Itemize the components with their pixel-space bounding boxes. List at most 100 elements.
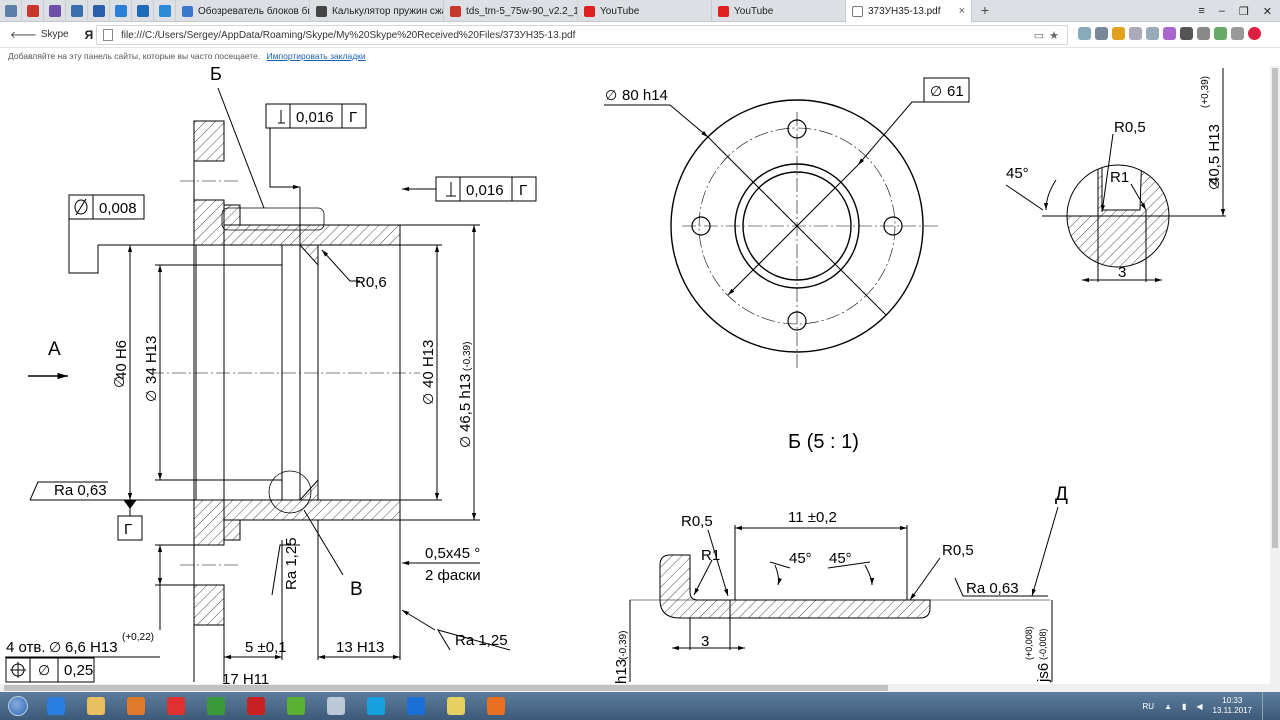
app-icon-7 xyxy=(136,5,149,17)
app-icon-8 xyxy=(158,5,171,17)
ra-063-right: Ra 0,63 xyxy=(966,580,1019,597)
taskbar-app[interactable] xyxy=(316,692,356,720)
svg-text:(-0,008): (-0,008) xyxy=(1038,628,1048,660)
tray-expand-icon[interactable]: ▲ xyxy=(1164,702,1172,711)
h13-partial: h13 xyxy=(613,659,630,684)
utorrent-icon xyxy=(287,697,305,715)
pinned-tab[interactable] xyxy=(66,0,88,22)
chamfer-note: 2 фаски xyxy=(425,567,481,584)
svg-text:∅: ∅ xyxy=(49,639,61,655)
pinned-tab[interactable] xyxy=(0,0,22,22)
app-icon-2 xyxy=(26,5,39,17)
bookmarks-bar: Добавляйте на эту панель сайты, которые … xyxy=(0,48,1280,65)
taskbar-app[interactable] xyxy=(236,692,276,720)
pinned-tab[interactable] xyxy=(154,0,176,22)
section-b-label: Б xyxy=(210,66,222,84)
tab[interactable]: Калькулятор пружин сжат xyxy=(310,0,444,22)
pinned-tab[interactable] xyxy=(132,0,154,22)
shield-icon[interactable] xyxy=(1129,27,1142,40)
show-desktop-button[interactable] xyxy=(1262,692,1270,720)
pinned-tab[interactable] xyxy=(22,0,44,22)
window-controls: ≡ – ❐ ✕ xyxy=(1198,0,1280,22)
minimize-button[interactable]: – xyxy=(1219,5,1225,17)
horizontal-scroll-thumb[interactable] xyxy=(4,685,888,691)
new-tab-button[interactable]: + xyxy=(972,0,998,21)
dim-d80: 80 h14 xyxy=(622,87,668,104)
dim-d40h13: 40 H13 xyxy=(420,340,437,388)
app-icon-1 xyxy=(4,5,17,17)
extension-icon[interactable] xyxy=(1214,27,1227,40)
radius-r1-left: R1 xyxy=(701,547,720,564)
favicon-icon xyxy=(316,5,327,17)
pinned-tab[interactable] xyxy=(110,0,132,22)
network-icon[interactable]: ▮ xyxy=(1182,702,1186,711)
taskbar-app[interactable] xyxy=(356,692,396,720)
import-bookmarks-link[interactable]: Импортировать закладки xyxy=(267,51,366,61)
close-window-button[interactable]: ✕ xyxy=(1263,5,1272,18)
taskbar-app[interactable] xyxy=(36,692,76,720)
clock[interactable]: 10:33 13.11.2017 xyxy=(1213,696,1252,716)
taskbar-app[interactable] xyxy=(156,692,196,720)
holes-label: 4 отв. xyxy=(6,639,46,656)
extension-icon[interactable] xyxy=(1146,27,1159,40)
app-icon-5 xyxy=(92,5,105,17)
extension-icon[interactable] xyxy=(1180,27,1193,40)
solidworks-icon xyxy=(247,697,265,715)
taskbar-app[interactable] xyxy=(276,692,316,720)
svg-text:∅: ∅ xyxy=(930,83,942,99)
pinned-tab[interactable] xyxy=(88,0,110,22)
svg-text:∅: ∅ xyxy=(38,662,50,678)
back-button[interactable]: 🡐 Skype xyxy=(0,29,79,41)
tab-active[interactable]: 373УН35-13.pdf × xyxy=(846,0,972,22)
angle-45-b: 45° xyxy=(829,550,852,567)
weather-icon[interactable] xyxy=(1078,27,1091,40)
radius-r1-top: R1 xyxy=(1110,169,1129,186)
pdf-viewer[interactable]: Б А 0,016 Г 0,016 Г 0,008 40 H6 ∅ 34 H13… xyxy=(0,66,1270,684)
menu-icon[interactable]: ≡ xyxy=(1198,5,1204,17)
system-tray: RU ▲ ▮ ◀ 10:33 13.11.2017 xyxy=(1143,692,1280,720)
taskbar-app[interactable] xyxy=(76,692,116,720)
reader-icon[interactable]: ▭ xyxy=(1034,29,1044,42)
windows-logo-icon xyxy=(8,696,28,716)
pinned-tab[interactable] xyxy=(44,0,66,22)
tol-frame-cylindricity: 0,008 xyxy=(68,194,145,220)
taskbar-app[interactable] xyxy=(476,692,516,720)
app-icon-3 xyxy=(48,5,61,17)
extension-icon[interactable] xyxy=(1231,27,1244,40)
clock-date: 13.11.2017 xyxy=(1212,706,1252,715)
tab-bar: Обозреватель блоков бит Калькулятор пружи… xyxy=(0,0,1280,22)
taskbar-app[interactable] xyxy=(196,692,236,720)
app-icon-4 xyxy=(70,5,83,17)
extension-icon[interactable] xyxy=(1248,27,1261,40)
tab[interactable]: YouTube xyxy=(712,0,846,22)
url-field[interactable]: file:///C:/Users/Sergey/AppData/Roaming/… xyxy=(96,25,1068,45)
radius-r05-right: R0,5 xyxy=(942,542,974,559)
extension-icon[interactable] xyxy=(1197,27,1210,40)
taskbar-app[interactable] xyxy=(436,692,476,720)
dim-d46-5: 46,5 h13 xyxy=(457,374,474,432)
bookmark-star-icon[interactable]: ★ xyxy=(1049,29,1059,42)
tab[interactable]: Обозреватель блоков бит xyxy=(176,0,310,22)
taskbar-app[interactable] xyxy=(396,692,436,720)
svg-text:∅: ∅ xyxy=(420,393,436,405)
extension-icon[interactable] xyxy=(1163,27,1176,40)
svg-text:(+0,008): (+0,008) xyxy=(1024,626,1034,660)
taskbar-app[interactable] xyxy=(116,692,156,720)
maximize-button[interactable]: ❐ xyxy=(1239,5,1249,18)
hole-dim: 6,6 H13 xyxy=(65,639,118,656)
vertical-scroll-thumb[interactable] xyxy=(1272,68,1278,548)
svg-text:∅: ∅ xyxy=(143,390,159,402)
svg-text:(+0,39): (+0,39) xyxy=(1200,76,1211,108)
dim-17h11: 17 H11 xyxy=(222,671,269,684)
volume-icon[interactable]: ◀ xyxy=(1196,702,1202,711)
extension-icon[interactable] xyxy=(1112,27,1125,40)
close-tab-icon[interactable]: × xyxy=(959,5,965,17)
language-indicator[interactable]: RU xyxy=(1143,702,1155,711)
ra-125-right: Ra 1,25 xyxy=(455,632,508,649)
start-button[interactable] xyxy=(0,692,36,720)
tab[interactable]: YouTube xyxy=(578,0,712,22)
mail-icon[interactable] xyxy=(1095,27,1108,40)
tab[interactable]: tds_tm-5_75w-90_v2.2_180 xyxy=(444,0,578,22)
media-player-icon xyxy=(127,697,145,715)
app-icon xyxy=(207,697,225,715)
